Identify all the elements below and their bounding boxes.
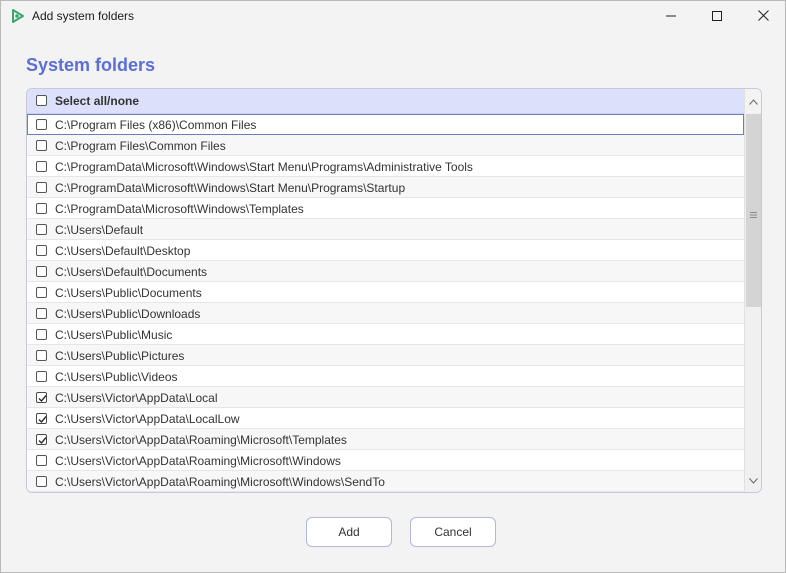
folder-checkbox[interactable] xyxy=(36,455,47,466)
folder-checkbox[interactable] xyxy=(36,266,47,277)
list-item[interactable]: C:\Program Files (x86)\Common Files xyxy=(27,114,744,135)
folder-rows: C:\Program Files (x86)\Common Files C:\Pr… xyxy=(27,114,744,492)
folder-checkbox[interactable] xyxy=(36,161,47,172)
scrollbar-thumb[interactable] xyxy=(746,114,761,307)
folder-checkbox[interactable] xyxy=(36,413,47,424)
folder-list: Select all/none C:\Program Files (x86)\C… xyxy=(26,88,762,493)
check-icon xyxy=(38,395,47,403)
cancel-button[interactable]: Cancel xyxy=(410,517,496,547)
minimize-button[interactable] xyxy=(648,1,694,32)
list-item[interactable]: C:\Users\Default\Documents xyxy=(27,261,744,282)
folder-path-label: C:\Users\Public\Videos xyxy=(55,370,178,384)
list-item[interactable]: C:\Users\Victor\AppData\Roaming\Microsof… xyxy=(27,429,744,450)
list-item[interactable]: C:\Users\Default\Desktop xyxy=(27,240,744,261)
folder-checkbox[interactable] xyxy=(36,203,47,214)
title-bar[interactable]: Add system folders xyxy=(1,1,785,32)
folder-path-label: C:\Users\Default xyxy=(55,223,144,237)
folder-path-label: C:\ProgramData\Microsoft\Windows\Templat… xyxy=(55,202,304,216)
folder-path-label: C:\Users\Public\Documents xyxy=(55,286,202,300)
folder-checkbox[interactable] xyxy=(36,224,47,235)
folder-checkbox[interactable] xyxy=(36,434,47,445)
folder-path-label: C:\Users\Default\Documents xyxy=(55,265,208,279)
folder-path-label: C:\Users\Public\Pictures xyxy=(55,349,185,363)
folder-checkbox[interactable] xyxy=(36,371,47,382)
folder-path-label: C:\ProgramData\Microsoft\Windows\Start M… xyxy=(55,160,473,174)
list-item[interactable]: C:\Users\Public\Videos xyxy=(27,366,744,387)
app-logo-icon xyxy=(11,9,25,23)
folder-checkbox[interactable] xyxy=(36,287,47,298)
list-item[interactable]: C:\Users\Default xyxy=(27,219,744,240)
folder-path-label: C:\Users\Public\Downloads xyxy=(55,307,201,321)
folder-path-label: C:\Program Files\Common Files xyxy=(55,139,226,153)
list-item[interactable]: C:\Users\Public\Music xyxy=(27,324,744,345)
maximize-icon xyxy=(712,8,722,26)
scroll-up-button[interactable] xyxy=(745,89,761,113)
folder-path-label: C:\Users\Victor\AppData\Roaming\Microsof… xyxy=(55,475,385,489)
list-item[interactable]: C:\Users\Public\Documents xyxy=(27,282,744,303)
list-item[interactable]: C:\Users\Victor\AppData\Roaming\Microsof… xyxy=(27,450,744,471)
folder-path-label: C:\Users\Victor\AppData\LocalLow xyxy=(55,412,240,426)
folder-checkbox[interactable] xyxy=(36,329,47,340)
vertical-scrollbar[interactable] xyxy=(744,89,761,492)
chevron-up-icon xyxy=(748,92,758,110)
list-item[interactable]: C:\Users\Victor\AppData\Local xyxy=(27,387,744,408)
list-item[interactable]: C:\ProgramData\Microsoft\Windows\Templat… xyxy=(27,198,744,219)
list-item[interactable]: C:\ProgramData\Microsoft\Windows\Start M… xyxy=(27,156,744,177)
list-item[interactable]: C:\Program Files\Common Files xyxy=(27,135,744,156)
scroll-grip-icon xyxy=(750,206,757,218)
folder-checkbox[interactable] xyxy=(36,392,47,403)
folder-checkbox[interactable] xyxy=(36,119,47,130)
folder-checkbox[interactable] xyxy=(36,350,47,361)
section-heading: System folders xyxy=(26,55,156,75)
list-item[interactable]: C:\Users\Victor\AppData\Roaming\Microsof… xyxy=(27,471,744,492)
folder-path-label: C:\Users\Victor\AppData\Roaming\Microsof… xyxy=(55,454,341,468)
folder-path-label: C:\Users\Public\Music xyxy=(55,328,173,342)
list-item[interactable]: C:\Users\Public\Downloads xyxy=(27,303,744,324)
folder-checkbox[interactable] xyxy=(36,245,47,256)
folder-path-label: C:\Users\Default\Desktop xyxy=(55,244,191,258)
list-item[interactable]: C:\ProgramData\Microsoft\Windows\Start M… xyxy=(27,177,744,198)
select-all-checkbox[interactable] xyxy=(36,95,47,106)
folder-checkbox[interactable] xyxy=(36,140,47,151)
chevron-down-icon xyxy=(748,471,758,489)
window-title: Add system folders xyxy=(32,9,135,23)
check-icon xyxy=(38,437,47,445)
maximize-button[interactable] xyxy=(694,1,740,32)
select-all-row[interactable]: Select all/none xyxy=(27,89,744,114)
folder-path-label: C:\Users\Victor\AppData\Local xyxy=(55,391,218,405)
folder-path-label: C:\Users\Victor\AppData\Roaming\Microsof… xyxy=(55,433,347,447)
scroll-down-button[interactable] xyxy=(745,468,761,492)
folder-path-label: C:\Program Files (x86)\Common Files xyxy=(55,118,257,132)
close-button[interactable] xyxy=(740,1,786,32)
folder-checkbox[interactable] xyxy=(36,308,47,319)
minimize-icon xyxy=(666,8,676,26)
dialog-window: Add system folders System folders Select… xyxy=(0,0,786,573)
folder-checkbox[interactable] xyxy=(36,476,47,487)
check-icon xyxy=(38,416,47,424)
list-item[interactable]: C:\Users\Public\Pictures xyxy=(27,345,744,366)
folder-path-label: C:\ProgramData\Microsoft\Windows\Start M… xyxy=(55,181,406,195)
close-icon xyxy=(757,8,769,26)
list-item[interactable]: C:\Users\Victor\AppData\LocalLow xyxy=(27,408,744,429)
add-button[interactable]: Add xyxy=(306,517,392,547)
folder-checkbox[interactable] xyxy=(36,182,47,193)
select-all-label: Select all/none xyxy=(55,94,140,108)
